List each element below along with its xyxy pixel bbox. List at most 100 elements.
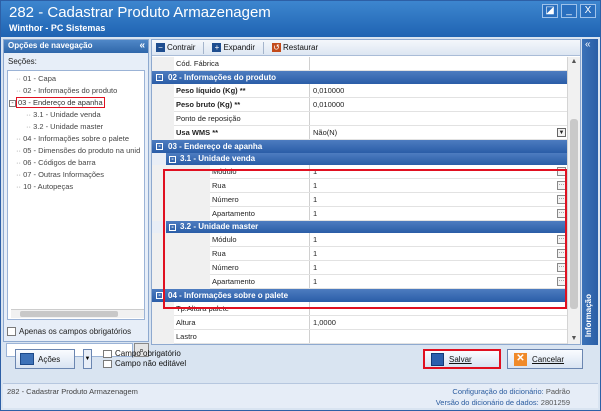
field-value[interactable]: 0,010000	[310, 98, 568, 111]
collapse-section-icon[interactable]: -	[156, 74, 163, 81]
info-side-panel[interactable]: « Informação	[582, 39, 598, 345]
tree-item-endereco-apanha[interactable]: -03 - Endereço de apanha	[9, 97, 105, 108]
field-label: Tp.Altura palete	[174, 302, 310, 315]
acoes-dropdown-icon[interactable]: ▼	[83, 349, 92, 369]
tree-horizontal-scrollbar[interactable]	[11, 309, 144, 318]
field-label: Rua	[210, 247, 310, 260]
chevron-down-icon[interactable]: ▼	[557, 128, 566, 137]
section-informacoes-palete[interactable]: - 04 - Informações sobre o palete	[152, 289, 568, 302]
grid-row[interactable]: Número 1 ···	[152, 193, 568, 207]
only-required-option[interactable]: Apenas os campos obrigatórios	[7, 327, 131, 336]
section-informacoes-produto[interactable]: - 02 - Informações do produto	[152, 71, 568, 84]
restore-icon[interactable]: ◪	[542, 4, 558, 18]
lookup-button[interactable]: ···	[557, 167, 566, 176]
usa-wms-select[interactable]: Não(N) ▼	[310, 126, 568, 139]
field-label: Módulo	[210, 233, 310, 246]
section-endereco-apanha[interactable]: - 03 - Endereço de apanha	[152, 140, 568, 153]
grid-row[interactable]: Módulo 1 ···	[152, 233, 568, 247]
lookup-button[interactable]: ···	[557, 181, 566, 190]
collapse-section-icon[interactable]: -	[156, 143, 163, 150]
expand-info-icon[interactable]: «	[585, 39, 591, 50]
navigation-panel: Opções de navegação « Seções: ·· 01 - Ca…	[3, 39, 149, 357]
cancel-button[interactable]: ✕ Cancelar	[507, 349, 583, 369]
tree-item-outras-info[interactable]: ·· 07 - Outras Informações	[16, 170, 104, 179]
scroll-thumb[interactable]	[20, 311, 118, 317]
field-value[interactable]: 1 ···	[310, 179, 568, 192]
grid-row[interactable]: Número 1 ···	[152, 261, 568, 275]
field-value[interactable]	[310, 57, 568, 70]
lookup-button[interactable]: ···	[557, 249, 566, 258]
only-required-checkbox[interactable]	[7, 327, 16, 336]
scroll-thumb[interactable]	[570, 119, 578, 309]
grid-row[interactable]: Cód. Fábrica	[152, 57, 568, 71]
status-routine: 282 - Cadastrar Produto Armazenagem	[7, 387, 138, 396]
lookup-button[interactable]: ···	[557, 263, 566, 272]
grid-row[interactable]: Ponto de reposição	[152, 112, 568, 126]
field-value[interactable]: 1 ···	[310, 165, 568, 178]
subsection-unidade-venda[interactable]: - 3.1 - Unidade venda	[152, 153, 568, 165]
properties-panel: − Contrair + Expandir ↺ Restaurar Cód. Fábr…	[151, 39, 581, 345]
grid-row[interactable]: Rua 1 ···	[152, 179, 568, 193]
grid-toolbar: − Contrair + Expandir ↺ Restaurar	[152, 40, 580, 56]
navigation-header: Opções de navegação «	[4, 40, 148, 53]
grid-row[interactable]: Lastro	[152, 330, 568, 344]
collapse-section-icon[interactable]: -	[156, 292, 163, 299]
field-value[interactable]	[310, 112, 568, 125]
field-label: Rua	[210, 179, 310, 192]
collapse-section-icon[interactable]: -	[169, 156, 176, 163]
grid-row[interactable]: Altura 1,0000	[152, 316, 568, 330]
minimize-icon[interactable]: _	[561, 4, 577, 18]
tree-item-codigos-barra[interactable]: ·· 06 - Códigos de barra	[16, 158, 96, 167]
grid-row[interactable]: Peso líquido (Kg) ** 0,010000	[152, 84, 568, 98]
field-value[interactable]: 1 ···	[310, 247, 568, 260]
tree-item-capa[interactable]: ·· 01 - Capa	[16, 74, 56, 83]
tree-item-info-palete[interactable]: ·· 04 - Informações sobre o palete	[16, 134, 129, 143]
tree-item-dimensoes[interactable]: ·· 05 - Dimensões do produto na unid	[16, 146, 140, 155]
sections-tree: ·· 01 - Capa ·· 02 - Informações do prod…	[7, 70, 145, 320]
field-value[interactable]: 1 ···	[310, 275, 568, 288]
field-value[interactable]: 1 ···	[310, 193, 568, 206]
tree-item-info-produto[interactable]: ·· 02 - Informações do produto	[16, 86, 117, 95]
close-icon[interactable]: X	[580, 4, 596, 18]
tree-item-unidade-venda[interactable]: ·· 3.1 - Unidade venda	[26, 110, 101, 119]
grid-vertical-scrollbar[interactable]: ▲ ▼	[567, 57, 580, 344]
scroll-down-icon[interactable]: ▼	[569, 335, 579, 343]
grid-row[interactable]: Usa WMS ** Não(N) ▼	[152, 126, 568, 140]
field-value[interactable]: 1 ···	[310, 207, 568, 220]
window-controls: ◪ _ X	[542, 4, 596, 18]
acoes-button[interactable]: Ações	[15, 349, 75, 369]
save-button[interactable]: Salvar	[423, 349, 501, 369]
collapse-nav-icon[interactable]: «	[139, 40, 145, 51]
field-label: Altura	[174, 316, 310, 329]
collapse-section-icon[interactable]: -	[169, 224, 176, 231]
restaurar-button[interactable]: ↺ Restaurar	[272, 43, 318, 52]
grid-row[interactable]: Rua 1 ···	[152, 247, 568, 261]
lookup-button[interactable]: ···	[557, 277, 566, 286]
property-grid: Cód. Fábrica - 02 - Informações do produ…	[152, 57, 568, 344]
lookup-button[interactable]: ···	[557, 209, 566, 218]
grid-row[interactable]: Tp.Altura palete	[152, 302, 568, 316]
lookup-button[interactable]: ···	[557, 195, 566, 204]
field-value[interactable]: 0,010000	[310, 84, 568, 97]
field-label: Módulo	[210, 165, 310, 178]
grid-row[interactable]: Módulo 1 ···	[152, 165, 568, 179]
field-value[interactable]	[310, 330, 568, 343]
tree-item-unidade-master[interactable]: ·· 3.2 - Unidade master	[26, 122, 103, 131]
field-value[interactable]: 1 ···	[310, 233, 568, 246]
field-value[interactable]: 1,0000	[310, 316, 568, 329]
subsection-unidade-master[interactable]: - 3.2 - Unidade master	[152, 221, 568, 233]
lookup-button[interactable]: ···	[557, 235, 566, 244]
grid-row[interactable]: Peso bruto (Kg) ** 0,010000	[152, 98, 568, 112]
expandir-button[interactable]: + Expandir	[212, 43, 255, 52]
grid-row[interactable]: Apartamento 1 ···	[152, 207, 568, 221]
collapse-node-icon[interactable]: -	[9, 100, 16, 107]
field-value[interactable]	[310, 302, 568, 315]
field-label: Cód. Fábrica	[174, 57, 310, 70]
window-subtitle: Winthor - PC Sistemas	[9, 23, 106, 33]
scroll-up-icon[interactable]: ▲	[569, 58, 579, 66]
grid-row[interactable]: Apartamento 1 ···	[152, 275, 568, 289]
field-value[interactable]: 1 ···	[310, 261, 568, 274]
legend-swatch	[103, 350, 112, 358]
contrair-button[interactable]: − Contrair	[156, 43, 195, 52]
tree-item-autopecas[interactable]: ·· 10 - Autopeças	[16, 182, 73, 191]
